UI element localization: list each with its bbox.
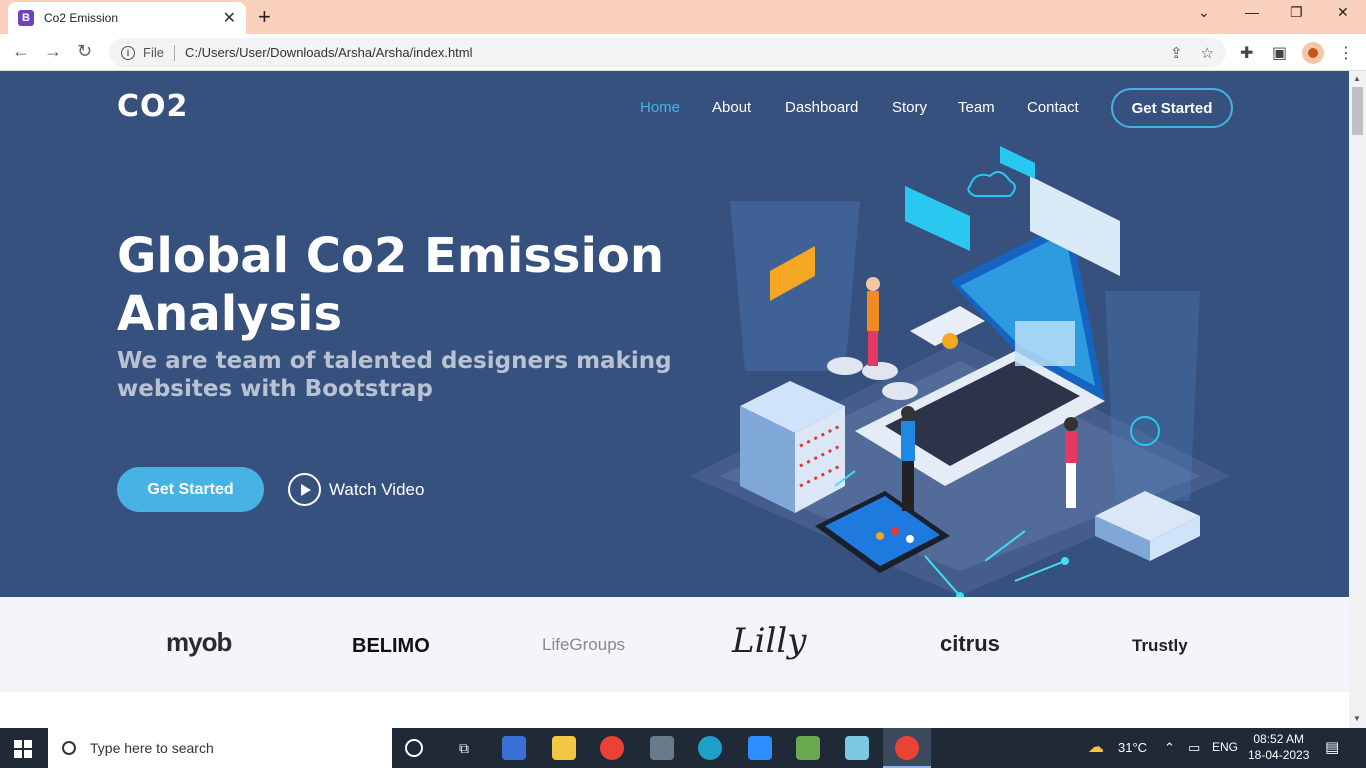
clock-date: 18-04-2023 bbox=[1248, 748, 1310, 762]
side-panel-icon[interactable]: ▣ bbox=[1272, 43, 1287, 63]
address-divider bbox=[173, 44, 175, 61]
nav-get-started-button[interactable]: Get Started bbox=[1111, 88, 1233, 128]
weather-icon[interactable]: ☁ bbox=[1088, 737, 1104, 757]
address-bar[interactable]: i File C:/Users/User/Downloads/Arsha/Ars… bbox=[109, 38, 1226, 67]
site-logo[interactable]: CO2 bbox=[117, 89, 188, 124]
client-logo-citrus[interactable]: citrus bbox=[940, 631, 1000, 657]
clock-time: 08:52 AM bbox=[1253, 732, 1305, 746]
nav-dashboard[interactable]: Dashboard bbox=[785, 99, 858, 116]
calculator-icon[interactable] bbox=[650, 736, 674, 760]
new-tab-icon[interactable]: + bbox=[258, 4, 271, 30]
microsoft-store-icon[interactable] bbox=[502, 736, 526, 760]
bookmark-star-icon[interactable]: ☆ bbox=[1201, 44, 1214, 62]
file-explorer-icon[interactable] bbox=[552, 736, 576, 760]
web-page: CO2 Home About Dashboard Story Team Cont… bbox=[0, 71, 1349, 728]
reload-icon[interactable]: ↻ bbox=[77, 41, 92, 62]
windows-taskbar: Type here to search ⧉ ☁ 31°C ⌃ ▭ ENG 08:… bbox=[0, 728, 1366, 768]
hero-subtitle: We are team of talented designers making… bbox=[117, 348, 672, 402]
close-window-icon[interactable]: ✕ bbox=[1337, 4, 1349, 21]
client-logo-belimo[interactable]: BELIMO bbox=[352, 635, 430, 658]
tab-search-chevron-icon[interactable]: ⌄ bbox=[1198, 4, 1210, 21]
hero-section: CO2 Home About Dashboard Story Team Cont… bbox=[0, 71, 1349, 597]
client-logo-myob[interactable]: myob bbox=[166, 627, 232, 658]
taskbar-search-placeholder: Type here to search bbox=[90, 740, 214, 756]
nav-story[interactable]: Story bbox=[892, 99, 927, 116]
nav-team[interactable]: Team bbox=[958, 99, 995, 116]
client-logo-trustly[interactable]: Trustly bbox=[1132, 636, 1188, 656]
tab-title: Co2 Emission bbox=[44, 11, 119, 25]
watch-video-label: Watch Video bbox=[329, 479, 425, 499]
clients-strip: myob BELIMO LifeGroups Lilly citrus Trus… bbox=[0, 597, 1349, 692]
language-indicator[interactable]: ENG bbox=[1212, 740, 1238, 754]
share-icon[interactable]: ⇪ bbox=[1170, 44, 1183, 62]
play-circle-icon bbox=[288, 473, 321, 506]
task-view-icon[interactable]: ⧉ bbox=[452, 736, 476, 760]
browser-toolbar: ← → ↻ i File C:/Users/User/Downloads/Ars… bbox=[0, 34, 1366, 71]
info-icon[interactable]: i bbox=[121, 45, 135, 60]
watch-video-button[interactable]: Watch Video bbox=[288, 473, 424, 506]
taskbar-clock[interactable]: 08:52 AM 18-04-2023 bbox=[1248, 731, 1309, 763]
get-started-button[interactable]: Get Started bbox=[117, 467, 264, 512]
menu-kebab-icon[interactable]: ⋮ bbox=[1338, 43, 1354, 63]
page-scrollbar[interactable]: ▲ ▼ bbox=[1349, 71, 1366, 728]
scroll-up-arrow-icon[interactable]: ▲ bbox=[1353, 74, 1361, 83]
hero-title: Global Co2 Emission Analysis bbox=[117, 228, 665, 342]
profile-avatar[interactable] bbox=[1302, 42, 1324, 64]
nav-home[interactable]: Home bbox=[640, 99, 680, 116]
hero-illustration bbox=[690, 146, 1230, 597]
address-scheme: File bbox=[143, 45, 164, 60]
address-url[interactable]: C:/Users/User/Downloads/Arsha/Arsha/inde… bbox=[185, 45, 473, 60]
scroll-down-arrow-icon[interactable]: ▼ bbox=[1353, 714, 1361, 723]
cortana-icon[interactable] bbox=[405, 739, 423, 757]
restore-icon[interactable]: ❐ bbox=[1290, 4, 1303, 21]
windows-start-icon[interactable] bbox=[14, 740, 32, 758]
chrome-active-icon[interactable] bbox=[895, 736, 919, 760]
extensions-puzzle-icon[interactable]: ✚ bbox=[1240, 43, 1253, 63]
search-icon bbox=[62, 741, 76, 755]
tray-chevron-up-icon[interactable]: ⌃ bbox=[1164, 740, 1175, 756]
nav-about[interactable]: About bbox=[712, 99, 751, 116]
browser-tab-strip: B Co2 Emission ✕ + ⌄ — ❐ ✕ bbox=[0, 0, 1366, 34]
client-logo-lifegroups[interactable]: LifeGroups bbox=[542, 635, 625, 655]
edge-icon[interactable] bbox=[698, 736, 722, 760]
chart-app-icon[interactable] bbox=[796, 736, 820, 760]
bootstrap-favicon-icon: B bbox=[18, 10, 34, 26]
forward-icon[interactable]: → bbox=[44, 41, 62, 62]
browser-tab[interactable]: B Co2 Emission ✕ bbox=[8, 2, 246, 34]
snipping-tool-icon[interactable] bbox=[845, 736, 869, 760]
taskbar-search-box[interactable]: Type here to search bbox=[48, 728, 392, 768]
chrome-icon[interactable] bbox=[600, 736, 624, 760]
weather-temp[interactable]: 31°C bbox=[1118, 740, 1147, 755]
scrollbar-thumb[interactable] bbox=[1352, 87, 1363, 135]
nav-contact[interactable]: Contact bbox=[1027, 99, 1079, 116]
client-logo-lilly[interactable]: Lilly bbox=[732, 621, 806, 661]
tab-close-icon[interactable]: ✕ bbox=[223, 8, 236, 28]
minimize-icon[interactable]: — bbox=[1245, 4, 1259, 20]
notifications-icon[interactable]: ▤ bbox=[1325, 738, 1339, 756]
battery-icon[interactable]: ▭ bbox=[1188, 740, 1200, 756]
zoom-icon[interactable] bbox=[748, 736, 772, 760]
back-icon[interactable]: ← bbox=[12, 41, 30, 62]
